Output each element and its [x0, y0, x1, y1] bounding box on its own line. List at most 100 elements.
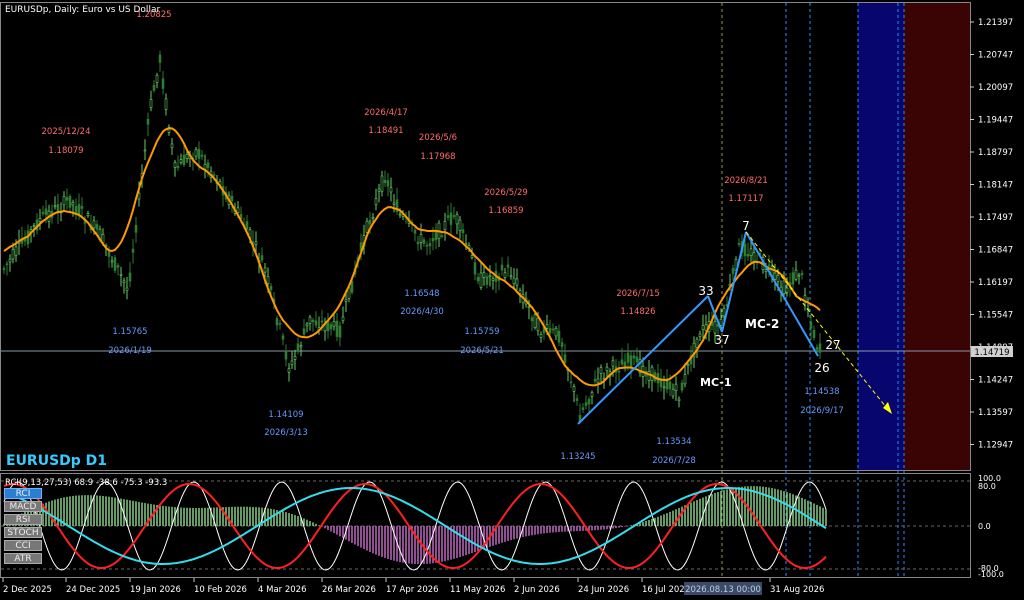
- candle-body: [38, 218, 42, 222]
- low-price: 1.13534: [656, 437, 691, 447]
- price-tick-label: 1.14247: [978, 376, 1013, 386]
- candle-body: [446, 215, 450, 218]
- indicator-button-macd[interactable]: MACD: [4, 501, 42, 512]
- high-price: 1.17117: [728, 194, 763, 204]
- high-price: 1.16859: [488, 206, 523, 216]
- candle-body: [44, 208, 48, 215]
- candle-body: [557, 330, 561, 343]
- date-tick-label: 17 Apr 2026: [386, 585, 439, 595]
- candle-body: [95, 224, 99, 230]
- candle-body: [470, 255, 474, 258]
- candle-body: [200, 154, 204, 157]
- candle-body: [23, 238, 27, 242]
- future-zone-red: [904, 2, 970, 470]
- indicator-button-cci[interactable]: CCI: [4, 540, 42, 551]
- candle-body: [635, 356, 639, 363]
- candle-body: [506, 264, 510, 268]
- candle-body: [62, 196, 66, 206]
- candle-body: [143, 149, 147, 152]
- low-date: 2026/4/30: [400, 307, 444, 317]
- candle-body: [107, 251, 111, 257]
- candle-body: [128, 272, 132, 282]
- candle-body: [236, 207, 240, 214]
- high-date: 2025/12/24: [42, 127, 91, 137]
- candle-body: [2, 268, 6, 270]
- candle-body: [773, 272, 777, 280]
- candle-body: [206, 162, 210, 168]
- indicator-button-stoch[interactable]: STOCH: [4, 527, 42, 538]
- price-tick-label: 1.20097: [978, 83, 1013, 93]
- price-tick-label: 1.16197: [978, 278, 1013, 288]
- candle-body: [452, 215, 456, 217]
- date-tick-label: 2 Dec 2025: [3, 585, 52, 595]
- candle-body: [680, 382, 684, 391]
- candle-body: [713, 321, 717, 334]
- candle-body: [671, 388, 675, 397]
- indicator-button-rci[interactable]: RCI: [4, 488, 42, 499]
- candle-body: [719, 319, 723, 326]
- high-price: 1.18491: [368, 126, 403, 136]
- indicator-tick-label: 0.0: [978, 522, 991, 531]
- candle-body: [776, 274, 780, 282]
- candle-body: [149, 99, 153, 108]
- chart-canvas[interactable]: 2025/12/24 1.18079 1.20825 2026/4/17 1.1…: [0, 0, 1024, 600]
- candle-body: [413, 229, 417, 234]
- candle-body: [800, 272, 804, 276]
- candle-body: [368, 219, 372, 225]
- candle-body: [386, 180, 390, 187]
- candle-body: [53, 205, 57, 208]
- candle-body: [539, 334, 543, 338]
- candle-body: [155, 74, 159, 83]
- candle-body: [230, 195, 234, 202]
- candle-body: [449, 212, 453, 225]
- candle-body: [581, 407, 585, 410]
- candle-body: [185, 154, 189, 159]
- candle-body: [434, 232, 438, 241]
- candle-body: [677, 398, 681, 402]
- candle-body: [158, 54, 162, 63]
- candle-body: [632, 355, 636, 359]
- candle-body: [686, 363, 690, 367]
- label-26: 26: [814, 361, 829, 375]
- high-date: 2026/5/29: [484, 188, 528, 198]
- date-tick-label: 11 May 2026: [450, 585, 505, 595]
- low-date: 2026/9/17: [800, 406, 844, 416]
- candle-body: [695, 338, 699, 348]
- date-tick-label: 26 Mar 2026: [322, 585, 376, 595]
- price-tick-label: 1.18147: [978, 181, 1013, 191]
- candle-body: [284, 350, 288, 360]
- candle-body: [245, 221, 249, 230]
- chart-info: EURUSDp, Daily: Euro vs US Dollar: [5, 5, 160, 15]
- low-price: 1.14109: [268, 410, 303, 420]
- candle-body: [569, 381, 573, 384]
- candle-body: [458, 219, 462, 232]
- candle-body: [14, 246, 18, 256]
- candle-body: [722, 307, 726, 317]
- candle-body: [269, 285, 273, 291]
- candle-body: [419, 234, 423, 243]
- indicator-button-rsi[interactable]: RSI: [4, 514, 42, 525]
- candle-body: [161, 78, 165, 89]
- candle-body: [278, 323, 282, 325]
- candle-body: [584, 402, 588, 406]
- candle-body: [332, 321, 336, 327]
- candle-body: [212, 174, 216, 176]
- candle-body: [311, 319, 315, 323]
- candle-body: [767, 264, 771, 267]
- label-27: 27: [825, 338, 840, 352]
- candle-body: [32, 225, 36, 228]
- candle-body: [683, 374, 687, 385]
- candle-body: [518, 290, 522, 294]
- price-tick-label: 1.17497: [978, 213, 1013, 223]
- candle-body: [731, 268, 735, 274]
- candle-body: [461, 229, 465, 234]
- candle-body: [545, 324, 549, 329]
- candle-body: [344, 299, 348, 302]
- price-tick-label: 1.20747: [978, 51, 1013, 61]
- low-date: 2026/7/28: [652, 456, 696, 466]
- candle-body: [374, 198, 378, 206]
- candle-body: [647, 371, 651, 381]
- date-tick-label: 10 Feb 2026: [194, 585, 247, 595]
- indicator-button-atr[interactable]: ATR: [4, 553, 42, 564]
- candle-body: [782, 280, 786, 294]
